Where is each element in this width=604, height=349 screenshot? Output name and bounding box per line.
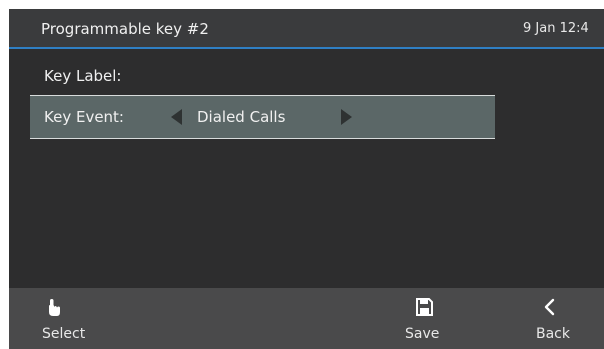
phone-screen: Programmable key #2 9 Jan 12:4 Key Label… bbox=[9, 9, 604, 349]
softkey-bar: Select Save Back bbox=[9, 288, 604, 349]
floppy-disk-icon bbox=[416, 298, 433, 320]
back-softkey[interactable]: Back bbox=[514, 288, 604, 349]
key-event-row[interactable]: Key Event: Dialed Calls bbox=[30, 95, 495, 139]
key-event-field-label: Key Event: bbox=[44, 108, 124, 126]
page-title: Programmable key #2 bbox=[41, 20, 209, 38]
chevron-left-icon bbox=[543, 298, 555, 320]
previous-option-arrow-icon[interactable] bbox=[171, 109, 182, 125]
key-label-row[interactable]: Key Label: bbox=[9, 61, 604, 93]
save-softkey[interactable]: Save bbox=[389, 288, 449, 349]
select-softkey[interactable]: Select bbox=[9, 288, 129, 349]
key-label-field-label: Key Label: bbox=[44, 67, 122, 85]
clock-datetime: 9 Jan 12:4 bbox=[523, 21, 589, 36]
hand-pointer-icon bbox=[46, 298, 62, 322]
key-event-value: Dialed Calls bbox=[197, 108, 286, 126]
save-softkey-label: Save bbox=[405, 326, 440, 342]
select-softkey-label: Select bbox=[42, 326, 86, 342]
back-softkey-label: Back bbox=[536, 326, 570, 342]
next-option-arrow-icon[interactable] bbox=[341, 109, 352, 125]
title-bar: Programmable key #2 9 Jan 12:4 bbox=[9, 9, 604, 49]
